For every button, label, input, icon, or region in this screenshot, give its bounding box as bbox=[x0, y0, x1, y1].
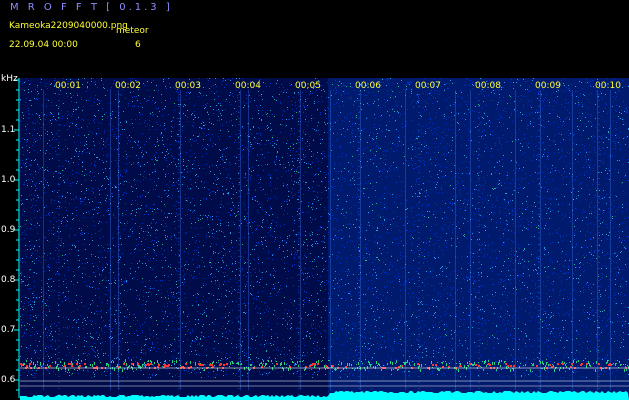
time-label: 00:03 bbox=[175, 81, 201, 91]
vertical-streak bbox=[330, 90, 331, 390]
time-label: 00:10 bbox=[595, 81, 621, 91]
vertical-streak bbox=[405, 90, 406, 390]
app-title: M R O F F T [ 0.1.3 ] bbox=[10, 2, 173, 13]
time-label: 00:04 bbox=[235, 81, 261, 91]
time-label: 00:09 bbox=[535, 81, 561, 91]
time-label: 00:05 bbox=[295, 81, 321, 91]
date-time-label: 22.09.04 00:00 bbox=[9, 40, 78, 50]
vertical-streak bbox=[455, 90, 456, 390]
vertical-streak bbox=[597, 90, 598, 390]
vertical-streak bbox=[470, 90, 471, 390]
vertical-streak bbox=[300, 90, 301, 390]
vertical-streak bbox=[515, 90, 516, 390]
vertical-streak bbox=[540, 90, 541, 390]
vertical-streak bbox=[572, 90, 573, 390]
time-label: 00:07 bbox=[415, 81, 441, 91]
vertical-streak bbox=[248, 90, 249, 390]
time-label: 00:01 bbox=[55, 81, 81, 91]
file-name-label: Kameoka2209040000.png bbox=[9, 21, 128, 31]
vertical-streak bbox=[110, 90, 111, 390]
y-tick-label: 1.1 bbox=[1, 125, 16, 135]
meteor-label: meteor bbox=[116, 26, 149, 36]
meteor-count: 6 bbox=[135, 40, 141, 50]
vertical-streak bbox=[240, 90, 241, 390]
time-label: 00:02 bbox=[115, 81, 141, 91]
y-tick-label: 0.6 bbox=[1, 375, 16, 385]
y-tick-label: 1.0 bbox=[1, 175, 16, 185]
y-tick-label: 0.8 bbox=[1, 275, 16, 285]
vertical-streak bbox=[360, 90, 361, 390]
y-tick-label: 0.9 bbox=[1, 225, 16, 235]
time-label: 00:06 bbox=[355, 81, 381, 91]
time-label: 00:08 bbox=[475, 81, 501, 91]
vertical-streak bbox=[118, 90, 119, 390]
y-axis-unit-label: kHz bbox=[1, 74, 18, 84]
vertical-streak bbox=[180, 90, 181, 390]
vertical-streak bbox=[610, 90, 611, 390]
spectrogram-display bbox=[14, 78, 629, 400]
y-tick-label: 0.7 bbox=[1, 325, 16, 335]
vertical-streak bbox=[43, 90, 44, 390]
